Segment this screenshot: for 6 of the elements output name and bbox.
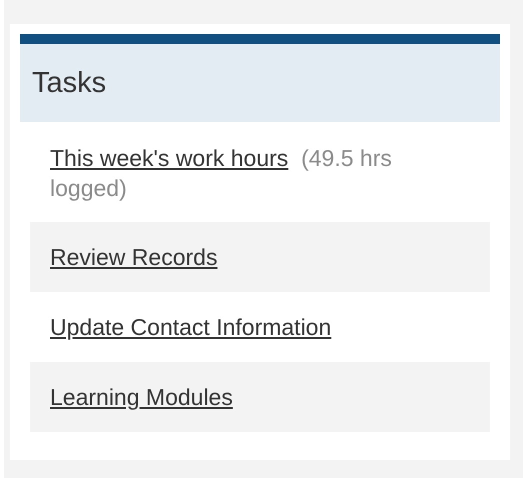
task-link[interactable]: This week's work hours: [50, 145, 288, 171]
task-link[interactable]: Update Contact Information: [50, 312, 332, 342]
task-text: This week's work hours (49.5 hrs logged): [50, 144, 393, 203]
panel-title: Tasks: [32, 66, 106, 100]
task-link[interactable]: Review Records: [50, 242, 218, 272]
task-link[interactable]: Learning Modules: [50, 382, 233, 412]
